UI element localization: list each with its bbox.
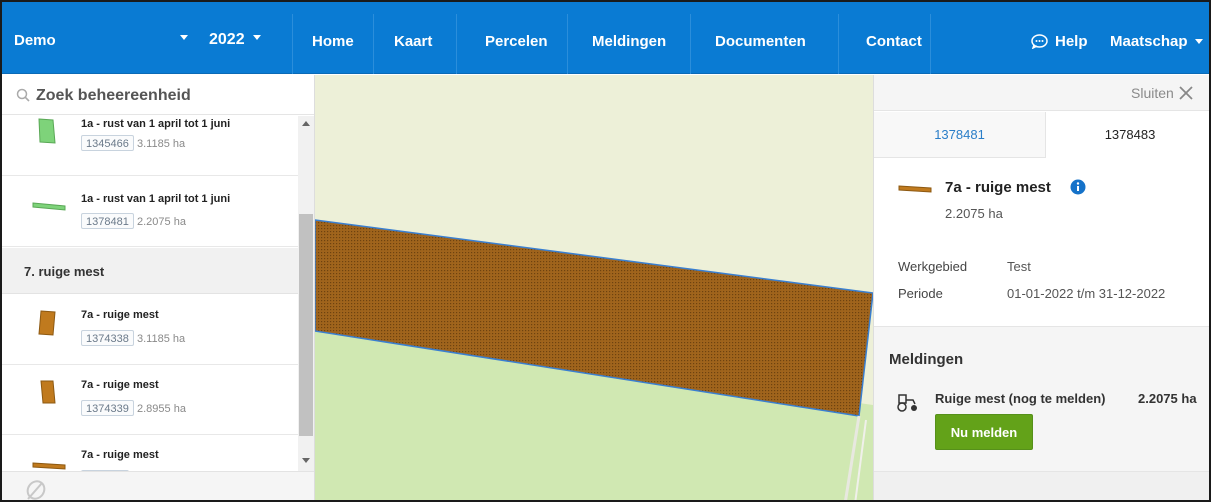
nav-divider <box>567 14 568 74</box>
nu-melden-button[interactable]: Nu melden <box>935 414 1033 450</box>
panel-footer <box>874 471 1209 500</box>
list-item[interactable]: 1a - rust van 1 april tot 1 juni 1378481… <box>2 177 298 247</box>
meldingen-title: Meldingen <box>889 351 964 368</box>
chevron-down-icon[interactable] <box>180 35 188 40</box>
item-area: 2.8955 ha <box>137 403 186 415</box>
top-navbar: Demo 2022 Home Kaart Percelen Meldingen … <box>2 2 1209 74</box>
chevron-down-icon[interactable] <box>1195 39 1203 44</box>
list-item[interactable]: 1a - rust van 1 april tot 1 juni 1345466… <box>2 116 298 176</box>
nav-divider <box>838 14 839 74</box>
year-dropdown[interactable]: 2022 <box>209 31 245 49</box>
search-icon <box>16 88 30 102</box>
detail-panel: Sluiten 1378481 1378483 7a - ruige mest … <box>873 75 1209 500</box>
info-icon[interactable] <box>1070 179 1086 195</box>
parcel-shape-icon <box>32 462 66 470</box>
group-title: 7. ruige mest <box>24 264 105 279</box>
scroll-down-icon[interactable] <box>302 458 310 463</box>
account-dropdown[interactable]: Maatschap <box>1110 33 1188 50</box>
parcel-list: 1a - rust van 1 april tot 1 juni 1345466… <box>2 116 298 471</box>
prop-value-werkgebied: Test <box>1007 259 1031 274</box>
sidebar: 1a - rust van 1 april tot 1 juni 1345466… <box>2 75 315 500</box>
nav-contact[interactable]: Contact <box>866 33 922 50</box>
parcel-id-badge: 1345466 <box>81 135 134 151</box>
item-area: 3.1185 ha <box>137 333 186 345</box>
chat-bubble-icon[interactable] <box>1031 34 1048 49</box>
nav-divider <box>456 14 457 74</box>
prop-label-periode: Periode <box>898 286 943 301</box>
nav-divider <box>292 14 293 74</box>
parcel-shape-icon <box>32 202 66 211</box>
item-area: 3.1185 ha <box>137 138 186 150</box>
nav-documenten[interactable]: Documenten <box>715 33 806 50</box>
scroll-thumb[interactable] <box>299 214 313 436</box>
chevron-down-icon[interactable] <box>253 35 261 40</box>
panel-header: Sluiten <box>874 75 1209 111</box>
parcel-shape-icon <box>38 118 56 144</box>
nav-kaart[interactable]: Kaart <box>394 33 432 50</box>
group-header[interactable]: 7. ruige mest <box>2 248 298 294</box>
nav-meldingen[interactable]: Meldingen <box>592 33 666 50</box>
tab-1378483[interactable]: 1378483 <box>1046 112 1209 158</box>
tractor-icon <box>897 394 917 412</box>
nav-divider <box>690 14 691 74</box>
item-title: 7a - ruige mest <box>81 379 159 391</box>
parcel-shape-icon <box>38 310 56 336</box>
close-label[interactable]: Sluiten <box>1131 85 1174 101</box>
list-item[interactable]: 7a - ruige mest <box>2 435 298 471</box>
item-title: 1a - rust van 1 april tot 1 juni <box>81 193 231 205</box>
brand-dropdown[interactable]: Demo <box>14 32 56 49</box>
close-icon[interactable] <box>1179 86 1193 100</box>
list-item[interactable]: 7a - ruige mest 1374339 2.8955 ha <box>2 365 298 435</box>
parcel-id-badge: 1378481 <box>81 213 134 229</box>
parcel-shape-icon <box>898 185 932 193</box>
item-title: 7a - ruige mest <box>81 449 159 461</box>
scroll-up-icon[interactable] <box>302 121 310 126</box>
map-svg[interactable] <box>315 75 873 502</box>
parcel-shape-icon <box>40 380 56 404</box>
melding-text: Ruige mest (nog te melden) <box>935 391 1106 406</box>
list-item[interactable]: 7a - ruige mest 1374338 3.1185 ha <box>2 295 298 365</box>
sidebar-scrollbar[interactable] <box>298 116 314 471</box>
nav-help[interactable]: Help <box>1055 33 1088 50</box>
sidebar-footer <box>2 471 314 500</box>
nav-divider <box>930 14 931 74</box>
app-frame: Demo 2022 Home Kaart Percelen Meldingen … <box>0 0 1211 502</box>
item-area: 2.2075 ha <box>137 216 186 228</box>
item-title: 7a - ruige mest <box>81 309 159 321</box>
nav-home[interactable]: Home <box>312 33 354 50</box>
item-title: 1a - rust van 1 april tot 1 juni <box>81 118 231 130</box>
prop-label-werkgebied: Werkgebied <box>898 259 968 274</box>
nav-divider <box>373 14 374 74</box>
search-input[interactable] <box>36 85 296 107</box>
tab-1378481[interactable]: 1378481 <box>874 112 1046 158</box>
melding-area: 2.2075 ha <box>1138 391 1197 406</box>
map-canvas[interactable] <box>315 75 873 502</box>
parcel-id-badge: 1374339 <box>81 400 134 416</box>
nav-percelen[interactable]: Percelen <box>485 33 548 50</box>
search-bar <box>2 75 314 115</box>
detail-title: 7a - ruige mest <box>945 179 1051 196</box>
leaf-logo-icon <box>26 480 46 500</box>
prop-value-periode: 01-01-2022 t/m 31-12-2022 <box>1007 286 1166 301</box>
parcel-id-badge: 1374338 <box>81 330 134 346</box>
meldingen-section: Meldingen Ruige mest (nog te melden) 2.2… <box>874 326 1209 500</box>
detail-area: 2.2075 ha <box>945 206 1003 221</box>
